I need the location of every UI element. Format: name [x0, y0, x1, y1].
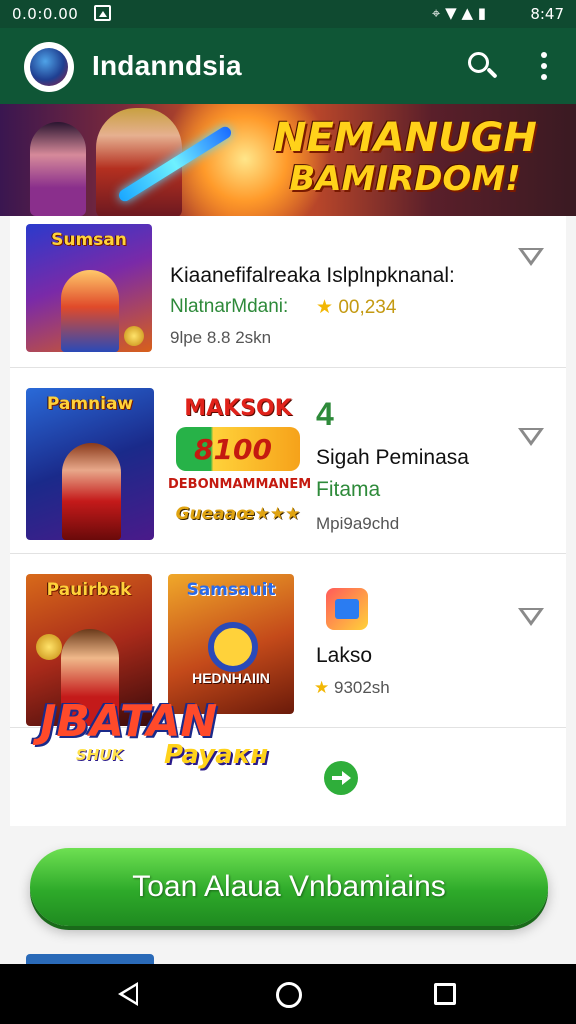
promo-badge-title: MAKSOK: [184, 396, 292, 421]
app-bar: Indanndsia: [0, 28, 576, 104]
status-time: 8:47: [530, 5, 564, 23]
thumbnail-caption: Sumsan: [51, 230, 127, 250]
app-meta: Mpi9a9chd: [316, 514, 400, 533]
app-developer: NlatnarMdani:: [170, 296, 289, 317]
thumbnail-caption: Pauirbak: [46, 580, 132, 600]
coin-icon: [36, 634, 62, 660]
status-bar: 0.0:0.00 ⌖ ▼ ▲ ▮ 8:47: [0, 0, 576, 28]
list-item[interactable]: Sumsan Kiaanefifalreaka Islplnpknanal: N…: [10, 216, 566, 368]
promo-logo-line-2: SHUK: [76, 746, 124, 764]
rating-value: 00,234: [338, 297, 397, 318]
banner-headline: NEMANUGH BAMIRDOM!: [240, 116, 570, 198]
status-left-text: 0.0:0.00: [12, 5, 79, 23]
app-title: Indanndsia: [92, 50, 242, 81]
favorite-icon[interactable]: [518, 608, 544, 628]
thumbnail-caption: Pamniaw: [46, 394, 134, 414]
promo-badge[interactable]: MAKSOK 8100 DEBONMAMMANEM Gueaaœ★★★: [168, 396, 312, 524]
main-cta-button[interactable]: Toan Alaua Vnbamiains: [30, 848, 548, 926]
promo-logo[interactable]: JBATAN SHUK Payaкн: [36, 696, 286, 806]
system-nav-bar: [0, 964, 576, 1024]
banner-line-2: BAMIRDOM!: [289, 159, 521, 199]
app-meta: 9lpe 8.8 2skn: [170, 328, 272, 347]
coin-icon: [124, 326, 144, 346]
app-title: Lakso: [316, 644, 373, 667]
thumbnail-character: [61, 442, 121, 540]
recent-apps-icon[interactable]: [434, 983, 456, 1005]
app-list: Sumsan Kiaanefifalreaka Islplnpknanal: N…: [10, 216, 566, 826]
promo-logo-line-3: Payaкн: [164, 740, 269, 770]
more-options-icon[interactable]: [532, 50, 556, 82]
app-rating: ★ 9302sh: [314, 678, 390, 698]
thumbnail-sub-caption: HEDNHAIIN: [192, 670, 270, 686]
rating-value: 9302sh: [333, 678, 390, 697]
thumbnail-character: [61, 270, 120, 352]
favorite-icon[interactable]: [518, 428, 544, 448]
app-title: Kiaanefifalreaka Islplnpknanal:: [170, 264, 455, 287]
favorite-icon[interactable]: [518, 248, 544, 268]
app-tag-icon: [326, 588, 368, 630]
banner-hero-left: [30, 122, 86, 216]
promo-badge-amount: 8100: [194, 433, 272, 466]
notification-icon: [94, 5, 111, 21]
app-thumbnail[interactable]: Sumsan: [26, 224, 152, 352]
app-logo[interactable]: [24, 42, 74, 92]
app-thumbnail[interactable]: Samsauit HEDNHAIIN: [168, 574, 294, 714]
back-icon[interactable]: [118, 982, 138, 1006]
promo-badge-box: 8100: [176, 427, 300, 471]
thumbnail-caption: Samsauit: [186, 580, 276, 600]
app-subtitle: Fitama: [316, 478, 381, 501]
app-title: Sigah Peminasa: [316, 446, 469, 469]
signal-icons: ⌖ ▼ ▲ ▮: [431, 4, 486, 22]
promo-badge-foot: Gueaaœ★★★: [175, 504, 301, 524]
magnifier-icon: [208, 622, 258, 672]
arrow-right-icon[interactable]: [324, 761, 358, 795]
home-icon[interactable]: [276, 982, 302, 1008]
star-icon: ★: [316, 297, 334, 318]
promo-badge-sub: DEBONMAMMANEM: [168, 477, 312, 492]
app-rating: ★ 00,234: [316, 296, 396, 319]
banner-line-1: NEMANUGH: [273, 115, 537, 161]
search-icon[interactable]: [464, 48, 500, 84]
app-thumbnail[interactable]: Pamniaw: [26, 388, 154, 540]
promo-banner[interactable]: NEMANUGH BAMIRDOM!: [0, 104, 576, 216]
star-icon: ★: [314, 678, 330, 697]
app-rank-number: 4: [316, 396, 334, 432]
